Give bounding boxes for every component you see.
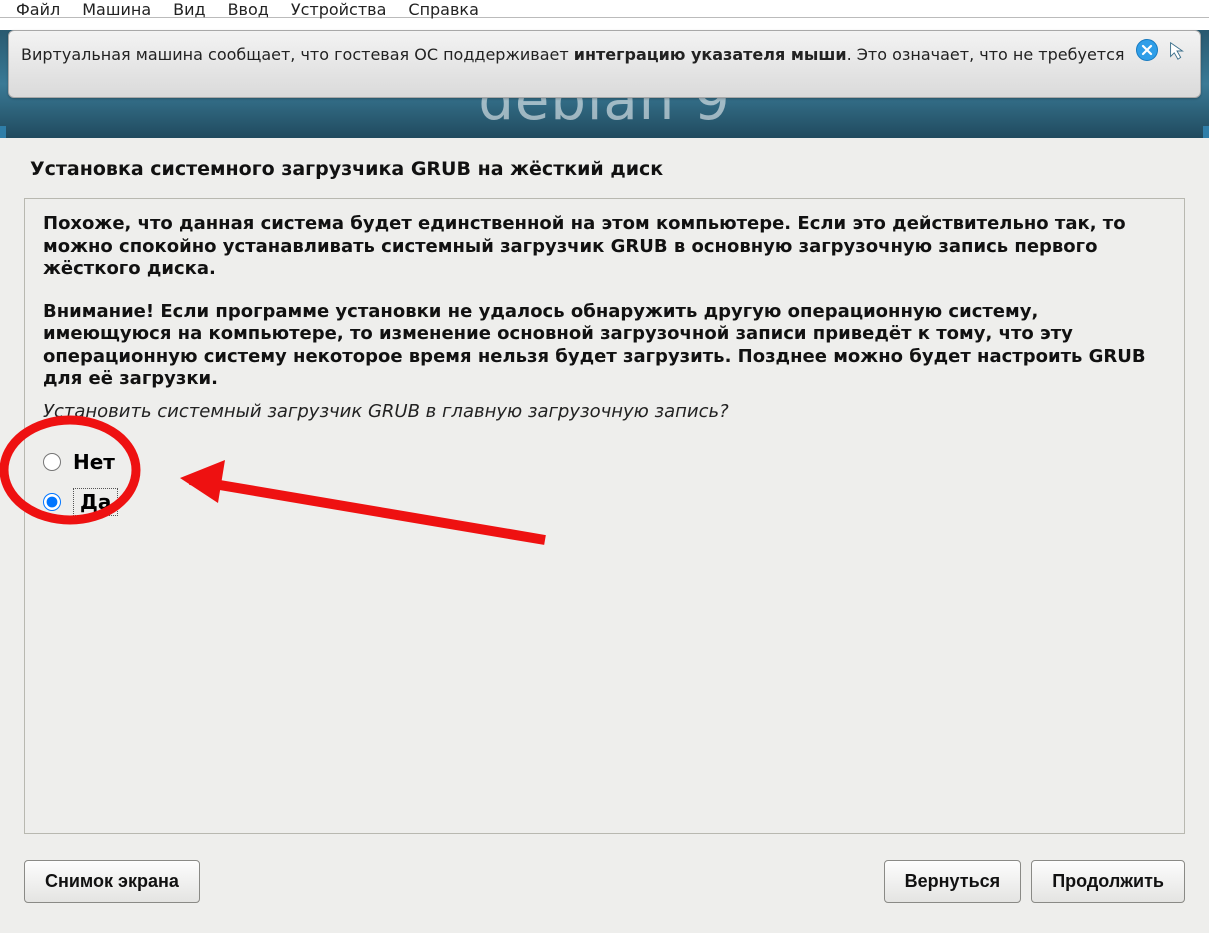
content-box: Похоже, что данная система будет единств… bbox=[24, 198, 1185, 834]
button-row: Снимок экрана Вернуться Продолжить bbox=[24, 860, 1185, 903]
back-button[interactable]: Вернуться bbox=[884, 860, 1022, 903]
close-icon[interactable] bbox=[1136, 39, 1158, 61]
menu-devices[interactable]: Устройства bbox=[291, 0, 387, 19]
radio-no[interactable] bbox=[43, 453, 61, 471]
menu-view[interactable]: Вид bbox=[173, 0, 205, 19]
notice-text-before: Виртуальная машина сообщает, что гостева… bbox=[21, 45, 574, 64]
mouse-cursor-icon bbox=[1164, 38, 1190, 64]
info-paragraph-1: Похоже, что данная система будет единств… bbox=[43, 213, 1166, 281]
radio-group: Нет Да bbox=[43, 442, 1166, 522]
installer-body: Установка системного загрузчика GRUB на … bbox=[0, 138, 1209, 933]
install-question: Установить системный загрузчик GRUB в гл… bbox=[43, 401, 1166, 422]
screenshot-button[interactable]: Снимок экрана bbox=[24, 860, 200, 903]
mouse-integration-notice: Виртуальная машина сообщает, что гостева… bbox=[8, 30, 1201, 98]
menu-file[interactable]: Файл bbox=[16, 0, 60, 19]
menu-input[interactable]: Ввод bbox=[228, 0, 269, 19]
radio-yes-row[interactable]: Да bbox=[43, 482, 1166, 522]
menu-machine[interactable]: Машина bbox=[82, 0, 151, 19]
menu-help[interactable]: Справка bbox=[408, 0, 479, 19]
notice-text-after: . Это означает, что не требуется bbox=[847, 45, 1125, 64]
continue-button[interactable]: Продолжить bbox=[1031, 860, 1185, 903]
radio-no-row[interactable]: Нет bbox=[43, 442, 1166, 482]
radio-yes-label: Да bbox=[73, 488, 118, 516]
notice-text-bold: интеграцию указателя мыши bbox=[574, 45, 847, 64]
info-paragraph-2: Внимание! Если программе установки не уд… bbox=[43, 301, 1166, 391]
radio-yes[interactable] bbox=[43, 493, 61, 511]
vm-menubar: Файл Машина Вид Ввод Устройства Справка bbox=[0, 0, 1209, 18]
page-title: Установка системного загрузчика GRUB на … bbox=[30, 158, 1181, 180]
radio-no-label: Нет bbox=[73, 450, 115, 474]
